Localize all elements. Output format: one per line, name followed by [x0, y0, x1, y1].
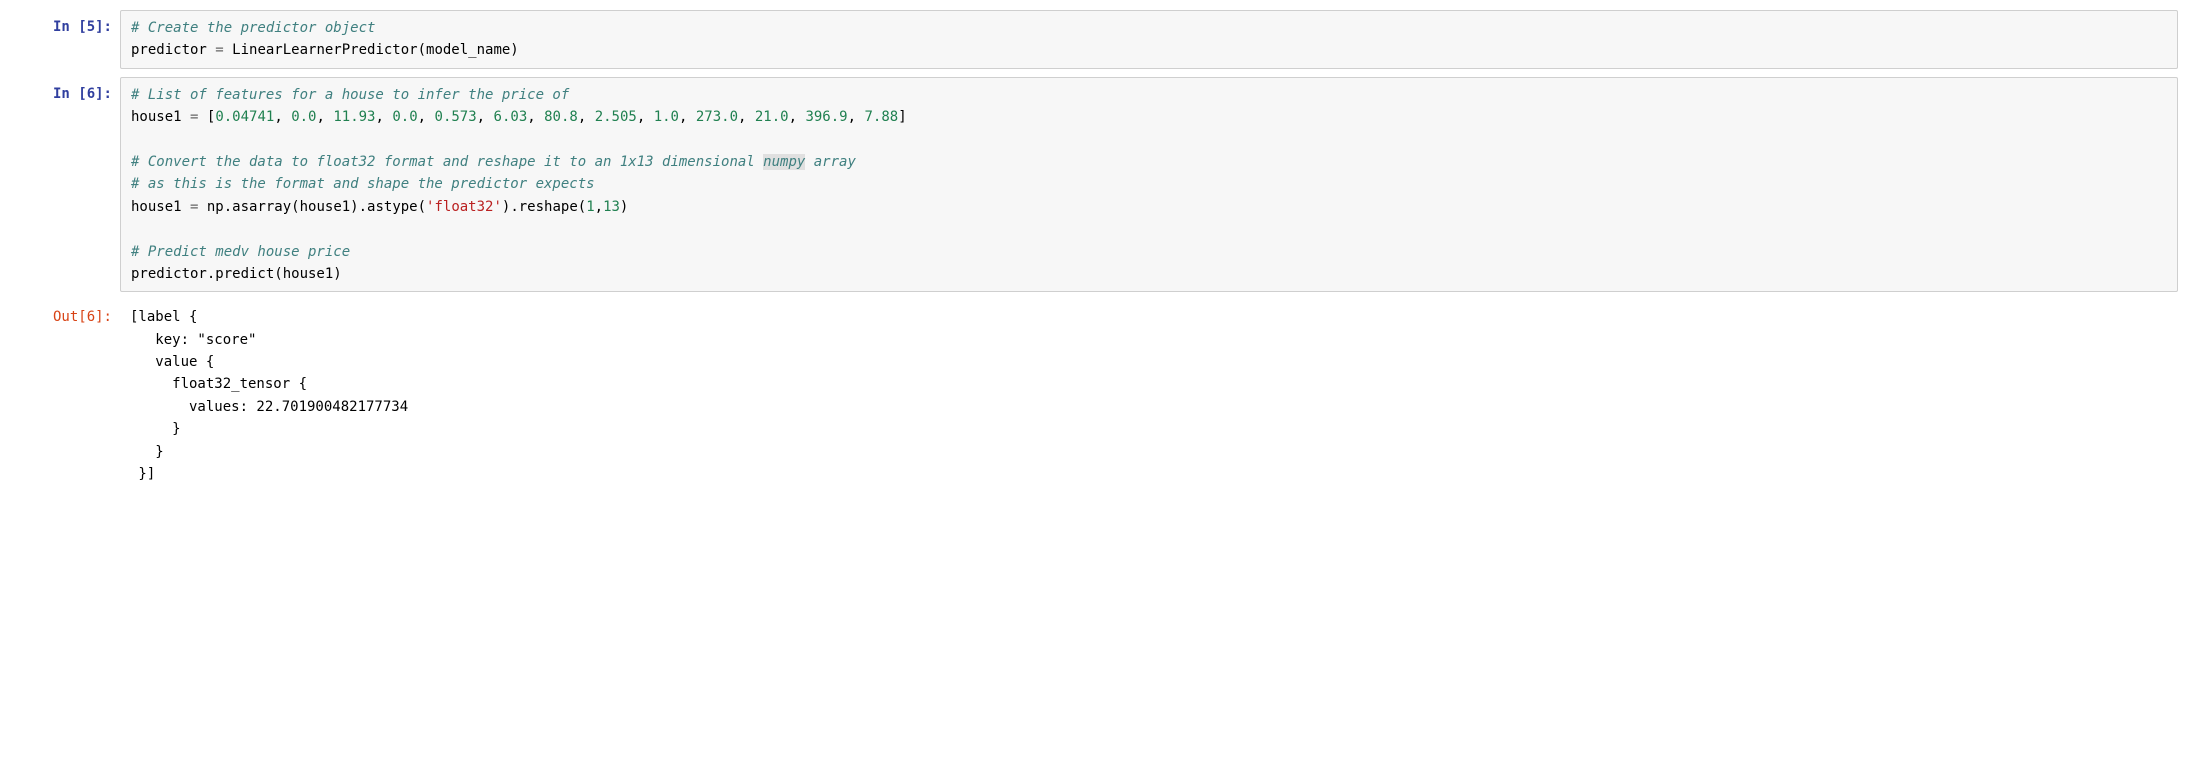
code-input[interactable]: # List of features for a house to infer … — [120, 77, 2178, 293]
in-prompt: In [5]: — [20, 10, 120, 44]
out-prompt: Out[6]: — [20, 300, 120, 334]
notebook-container: In [5]:# Create the predictor object pre… — [20, 10, 2178, 491]
output-cell: Out[6]:[label { key: "score" value { flo… — [20, 300, 2178, 491]
in-prompt: In [6]: — [20, 77, 120, 111]
code-cell: In [5]:# Create the predictor object pre… — [20, 10, 2178, 69]
code-cell: In [6]:# List of features for a house to… — [20, 77, 2178, 293]
code-input[interactable]: # Create the predictor object predictor … — [120, 10, 2178, 69]
output-text: [label { key: "score" value { float32_te… — [120, 300, 2178, 491]
